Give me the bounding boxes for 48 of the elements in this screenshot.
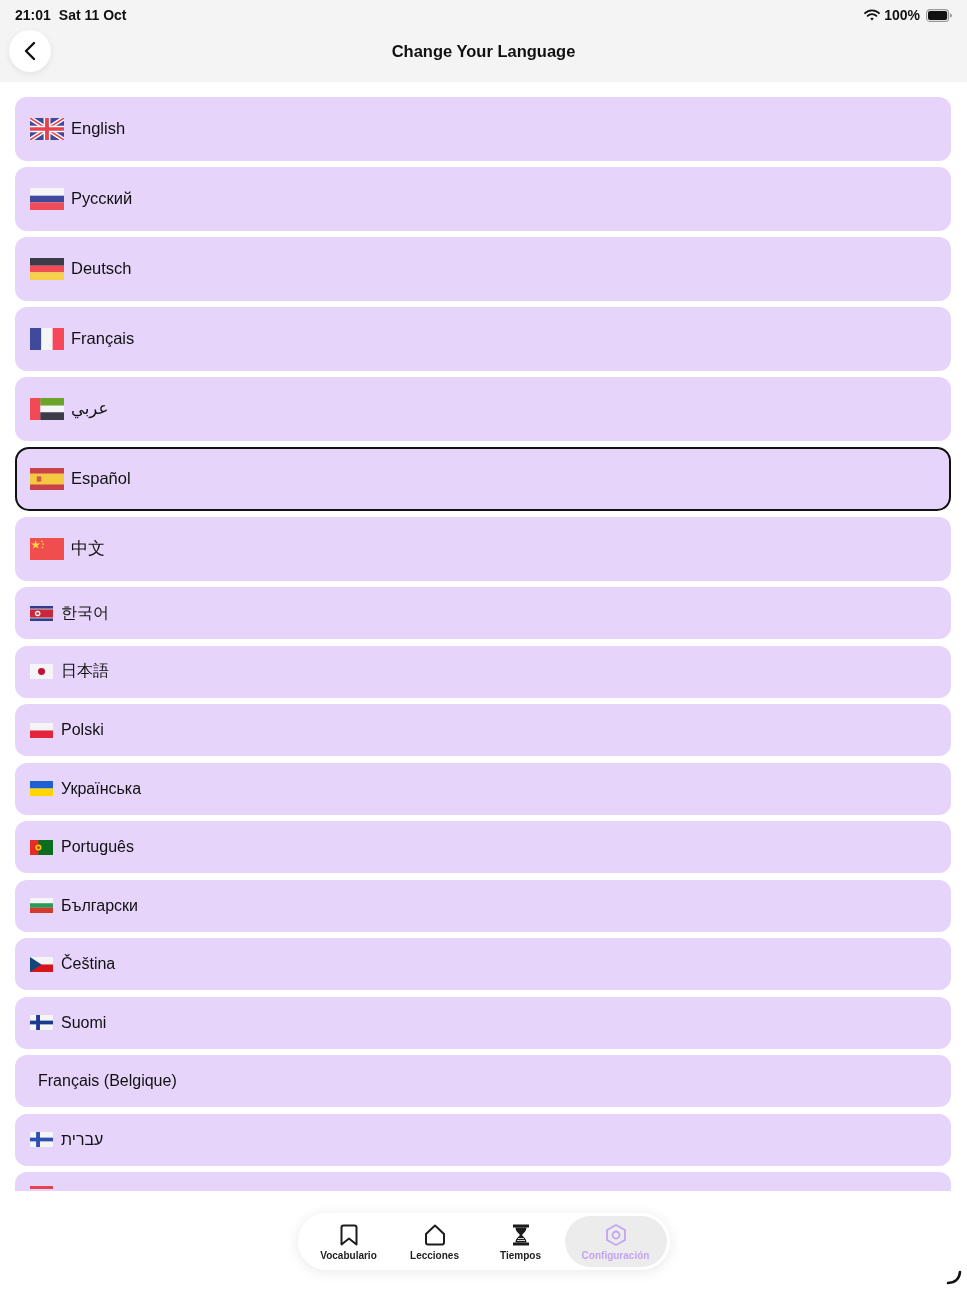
language-option[interactable]: 한국어 <box>15 587 951 639</box>
flag-icon <box>30 187 64 210</box>
flag-icon <box>30 537 64 560</box>
language-option[interactable]: Français (Belgique) <box>15 1055 951 1107</box>
language-option[interactable]: Suomi <box>15 996 951 1049</box>
status-time: 21:01 <box>15 7 51 23</box>
flag-icon <box>30 1015 53 1030</box>
flag-icon <box>30 898 53 913</box>
page-title: Change Your Language <box>391 41 576 61</box>
language-option[interactable]: Български <box>15 879 951 932</box>
flag-icon <box>30 722 53 738</box>
flag-icon <box>30 327 64 350</box>
flag-icon <box>30 664 53 679</box>
flag-icon <box>30 781 53 796</box>
flag-icon <box>30 117 64 140</box>
back-button[interactable] <box>9 30 51 72</box>
language-option[interactable]: عربي <box>15 377 951 441</box>
tab-item[interactable]: Vocabulario <box>306 1216 391 1267</box>
status-date: Sat 11 Oct <box>58 7 127 23</box>
flag-icon <box>30 839 53 855</box>
language-option[interactable]: 中文 <box>15 517 951 581</box>
language-option[interactable]: Polski <box>15 704 951 756</box>
flag-icon <box>30 605 53 621</box>
language-option[interactable]: עברית <box>15 1113 951 1166</box>
arc-icon <box>946 1270 962 1285</box>
language-option[interactable]: Čeština <box>15 938 951 990</box>
flag-icon <box>30 956 53 972</box>
flag-icon <box>30 397 64 420</box>
flag-icon <box>30 467 64 490</box>
flag-icon <box>30 1132 53 1147</box>
battery-icon <box>926 8 952 22</box>
flag-icon <box>30 257 64 280</box>
language-option[interactable]: Español <box>15 447 951 511</box>
language-option[interactable]: Português <box>15 821 951 873</box>
battery-percent: 100% <box>884 7 920 23</box>
language-option[interactable]: Deutsch <box>15 237 951 301</box>
wifi-icon <box>864 9 881 21</box>
language-option[interactable]: 日本語 <box>15 645 951 698</box>
language-option[interactable]: Українська <box>15 762 951 815</box>
language-option[interactable]: Français <box>15 307 951 371</box>
language-option[interactable]: Русский <box>15 167 951 231</box>
hexagon-icon <box>603 1222 628 1247</box>
flag-icon <box>30 1186 53 1189</box>
house-icon <box>422 1222 447 1247</box>
language-option[interactable]: English <box>15 97 951 161</box>
chevron-left-icon <box>24 41 36 61</box>
tab-item[interactable]: Tiempos <box>478 1216 563 1267</box>
tab-item[interactable]: Lecciones <box>392 1216 477 1267</box>
